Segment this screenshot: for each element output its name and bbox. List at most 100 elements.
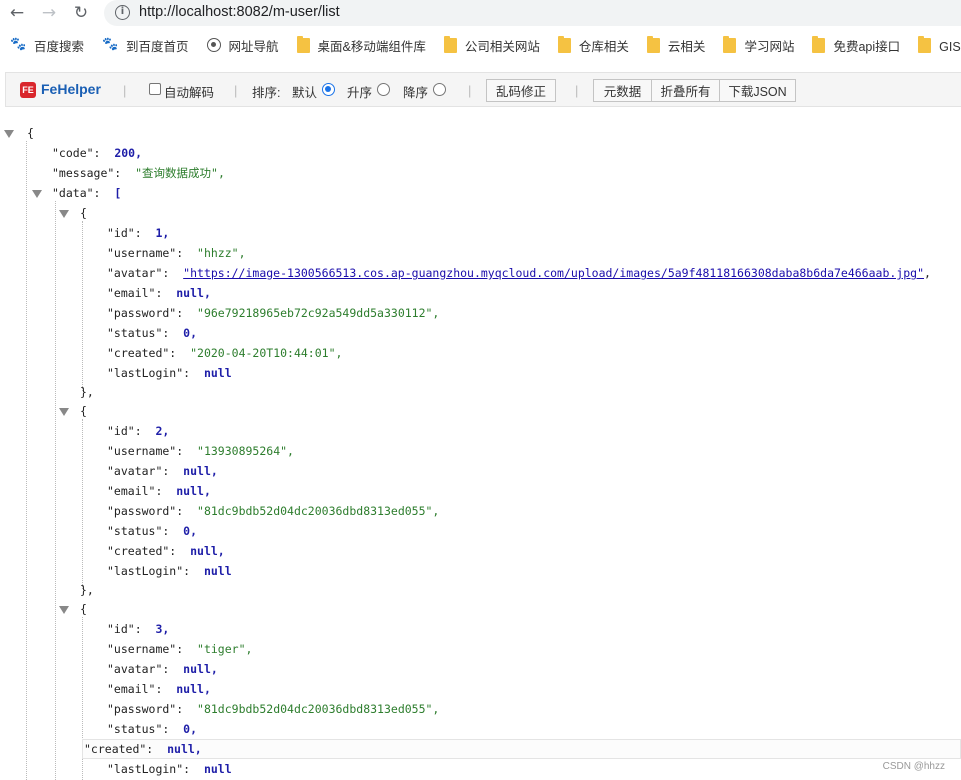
json-row-username: "username": "tiger",	[107, 639, 252, 659]
collapse-triangle-icon[interactable]	[32, 190, 42, 198]
collapse-triangle-icon[interactable]	[59, 606, 69, 614]
json-null: null	[203, 564, 232, 578]
json-row-password: "password": "96e79218965eb72c92a549dd5a3…	[107, 303, 439, 323]
json-number: 1,	[155, 226, 170, 240]
json-key: "lastLogin":	[107, 366, 191, 380]
url-omnibox[interactable]: i http://localhost:8082/m-user/list	[104, 0, 961, 26]
auto-decode-label[interactable]: 自动解码	[164, 82, 214, 101]
json-row-status: "status": 0,	[107, 719, 197, 739]
json-row-username: "username": "13930895264",	[107, 441, 294, 461]
json-null: null,	[176, 682, 211, 696]
json-null: null,	[183, 662, 218, 676]
collapse-triangle-icon[interactable]	[4, 130, 14, 138]
json-string: "81dc9bdb52d04dc20036dbd8313ed055",	[197, 702, 440, 716]
collapse-triangle-icon[interactable]	[59, 210, 69, 218]
json-key: "username":	[107, 444, 184, 458]
json-string: "查询数据成功",	[135, 166, 225, 180]
bookmark-baidu-search[interactable]: 🐾 百度搜索	[0, 33, 92, 57]
raw-data-button[interactable]: 元数据	[593, 79, 652, 102]
bookmark-label: 公司相关网站	[464, 39, 540, 54]
hover-highlight-row	[82, 739, 961, 759]
url-text[interactable]: http://localhost:8082/m-user/list	[139, 4, 340, 20]
auto-decode-checkbox[interactable]	[149, 83, 161, 95]
paw-icon: 🐾	[10, 37, 27, 52]
folder-icon	[557, 35, 571, 53]
toolbar-separator: |	[468, 83, 472, 98]
json-number: 0,	[183, 722, 198, 736]
json-row-email: "email": null,	[107, 283, 211, 303]
json-row-id: "id": 1,	[107, 223, 169, 243]
json-row-lastlogin: "lastLogin": null	[107, 561, 232, 581]
sort-asc-label[interactable]: 升序	[347, 82, 372, 101]
bookmark-baidu-home[interactable]: 🐾 到百度首页	[92, 33, 197, 57]
json-null: null	[203, 366, 232, 380]
json-key: "username":	[107, 642, 184, 656]
json-key: "data":	[52, 186, 101, 200]
bookmark-label: 学习网站	[744, 39, 795, 54]
toolbar-separator: |	[575, 83, 579, 98]
bookmark-folder-components[interactable]: 桌面&移动端组件库	[287, 33, 434, 57]
json-key: "id":	[107, 226, 142, 240]
sort-default-radio[interactable]	[322, 83, 335, 96]
bookmark-folder-api[interactable]: 免费api接口	[802, 33, 908, 57]
json-row-email: "email": null,	[107, 481, 211, 501]
json-row-data: "data": [	[52, 183, 121, 203]
json-null: null,	[167, 742, 202, 756]
back-arrow-icon[interactable]: ←	[8, 3, 26, 23]
root-open-brace: {	[27, 126, 34, 140]
json-key: "message":	[52, 166, 122, 180]
json-row-status: "status": 0,	[107, 323, 197, 343]
bookmark-label: 仓库相关	[578, 39, 629, 54]
bookmark-folder-learning[interactable]: 学习网站	[713, 33, 802, 57]
globe-icon	[206, 38, 221, 52]
json-row-avatar: "avatar": "https://image-1300566513.cos.…	[107, 263, 931, 283]
json-row-created: "created": "2020-04-20T10:44:01",	[107, 343, 342, 363]
bookmark-label: 百度搜索	[34, 39, 85, 54]
json-key: "avatar":	[107, 464, 170, 478]
collapse-triangle-icon[interactable]	[59, 408, 69, 416]
folder-icon	[723, 35, 737, 53]
bookmark-folder-company[interactable]: 公司相关网站	[434, 33, 548, 57]
json-key: "status":	[107, 524, 170, 538]
watermark: CSDN @hhzz	[882, 761, 945, 772]
forward-arrow-icon[interactable]: →	[40, 3, 58, 23]
sort-label: 排序:	[252, 86, 281, 100]
json-key: "password":	[107, 702, 184, 716]
json-row-created: "created": null,	[107, 541, 225, 561]
collapse-all-button[interactable]: 折叠所有	[651, 79, 720, 102]
json-row-message: "message": "查询数据成功",	[52, 163, 225, 183]
json-null: null,	[183, 464, 218, 478]
sort-default-label[interactable]: 默认	[292, 82, 317, 101]
fix-garbled-button[interactable]: 乱码修正	[486, 79, 556, 102]
download-json-button[interactable]: 下载JSON	[719, 79, 796, 102]
indent-guide	[82, 419, 83, 589]
bookmark-label: 桌面&移动端组件库	[317, 39, 426, 54]
sort-desc-label[interactable]: 降序	[403, 82, 428, 101]
bookmarks-bar: 🐾 百度搜索 🐾 到百度首页 网址导航 桌面&移动端组件库 公司相关网站 仓库相…	[0, 31, 961, 59]
json-row-password: "password": "81dc9bdb52d04dc20036dbd8313…	[107, 699, 439, 719]
fehelper-title[interactable]: FeHelper	[41, 81, 101, 97]
sort-asc-radio[interactable]	[377, 83, 390, 96]
json-number: 0,	[183, 524, 198, 538]
toolbar-separator: |	[123, 83, 127, 98]
json-key: "email":	[107, 484, 163, 498]
json-string: "81dc9bdb52d04dc20036dbd8313ed055",	[197, 504, 440, 518]
info-icon[interactable]: i	[115, 5, 130, 20]
json-key: "id":	[107, 424, 142, 438]
fehelper-logo-icon: FE	[20, 82, 36, 98]
bookmark-nav[interactable]: 网址导航	[197, 33, 287, 57]
reload-icon[interactable]: ↻	[72, 3, 90, 23]
json-number: 2,	[155, 424, 170, 438]
json-key: "email":	[107, 286, 163, 300]
sort-desc-radio[interactable]	[433, 83, 446, 96]
json-row-password: "password": "81dc9bdb52d04dc20036dbd8313…	[107, 501, 439, 521]
bookmark-folder-cloud[interactable]: 云相关	[637, 33, 714, 57]
bookmark-folder-gis[interactable]: GIS相关	[908, 33, 961, 57]
json-key: "avatar":	[107, 662, 170, 676]
object-open-brace: {	[80, 602, 87, 616]
avatar-link[interactable]: "https://image-1300566513.cos.ap-guangzh…	[183, 266, 924, 280]
bookmark-folder-repo[interactable]: 仓库相关	[548, 33, 637, 57]
json-string: "13930895264",	[197, 444, 294, 458]
json-row-avatar: "avatar": null,	[107, 461, 218, 481]
json-key: "created":	[107, 544, 177, 558]
